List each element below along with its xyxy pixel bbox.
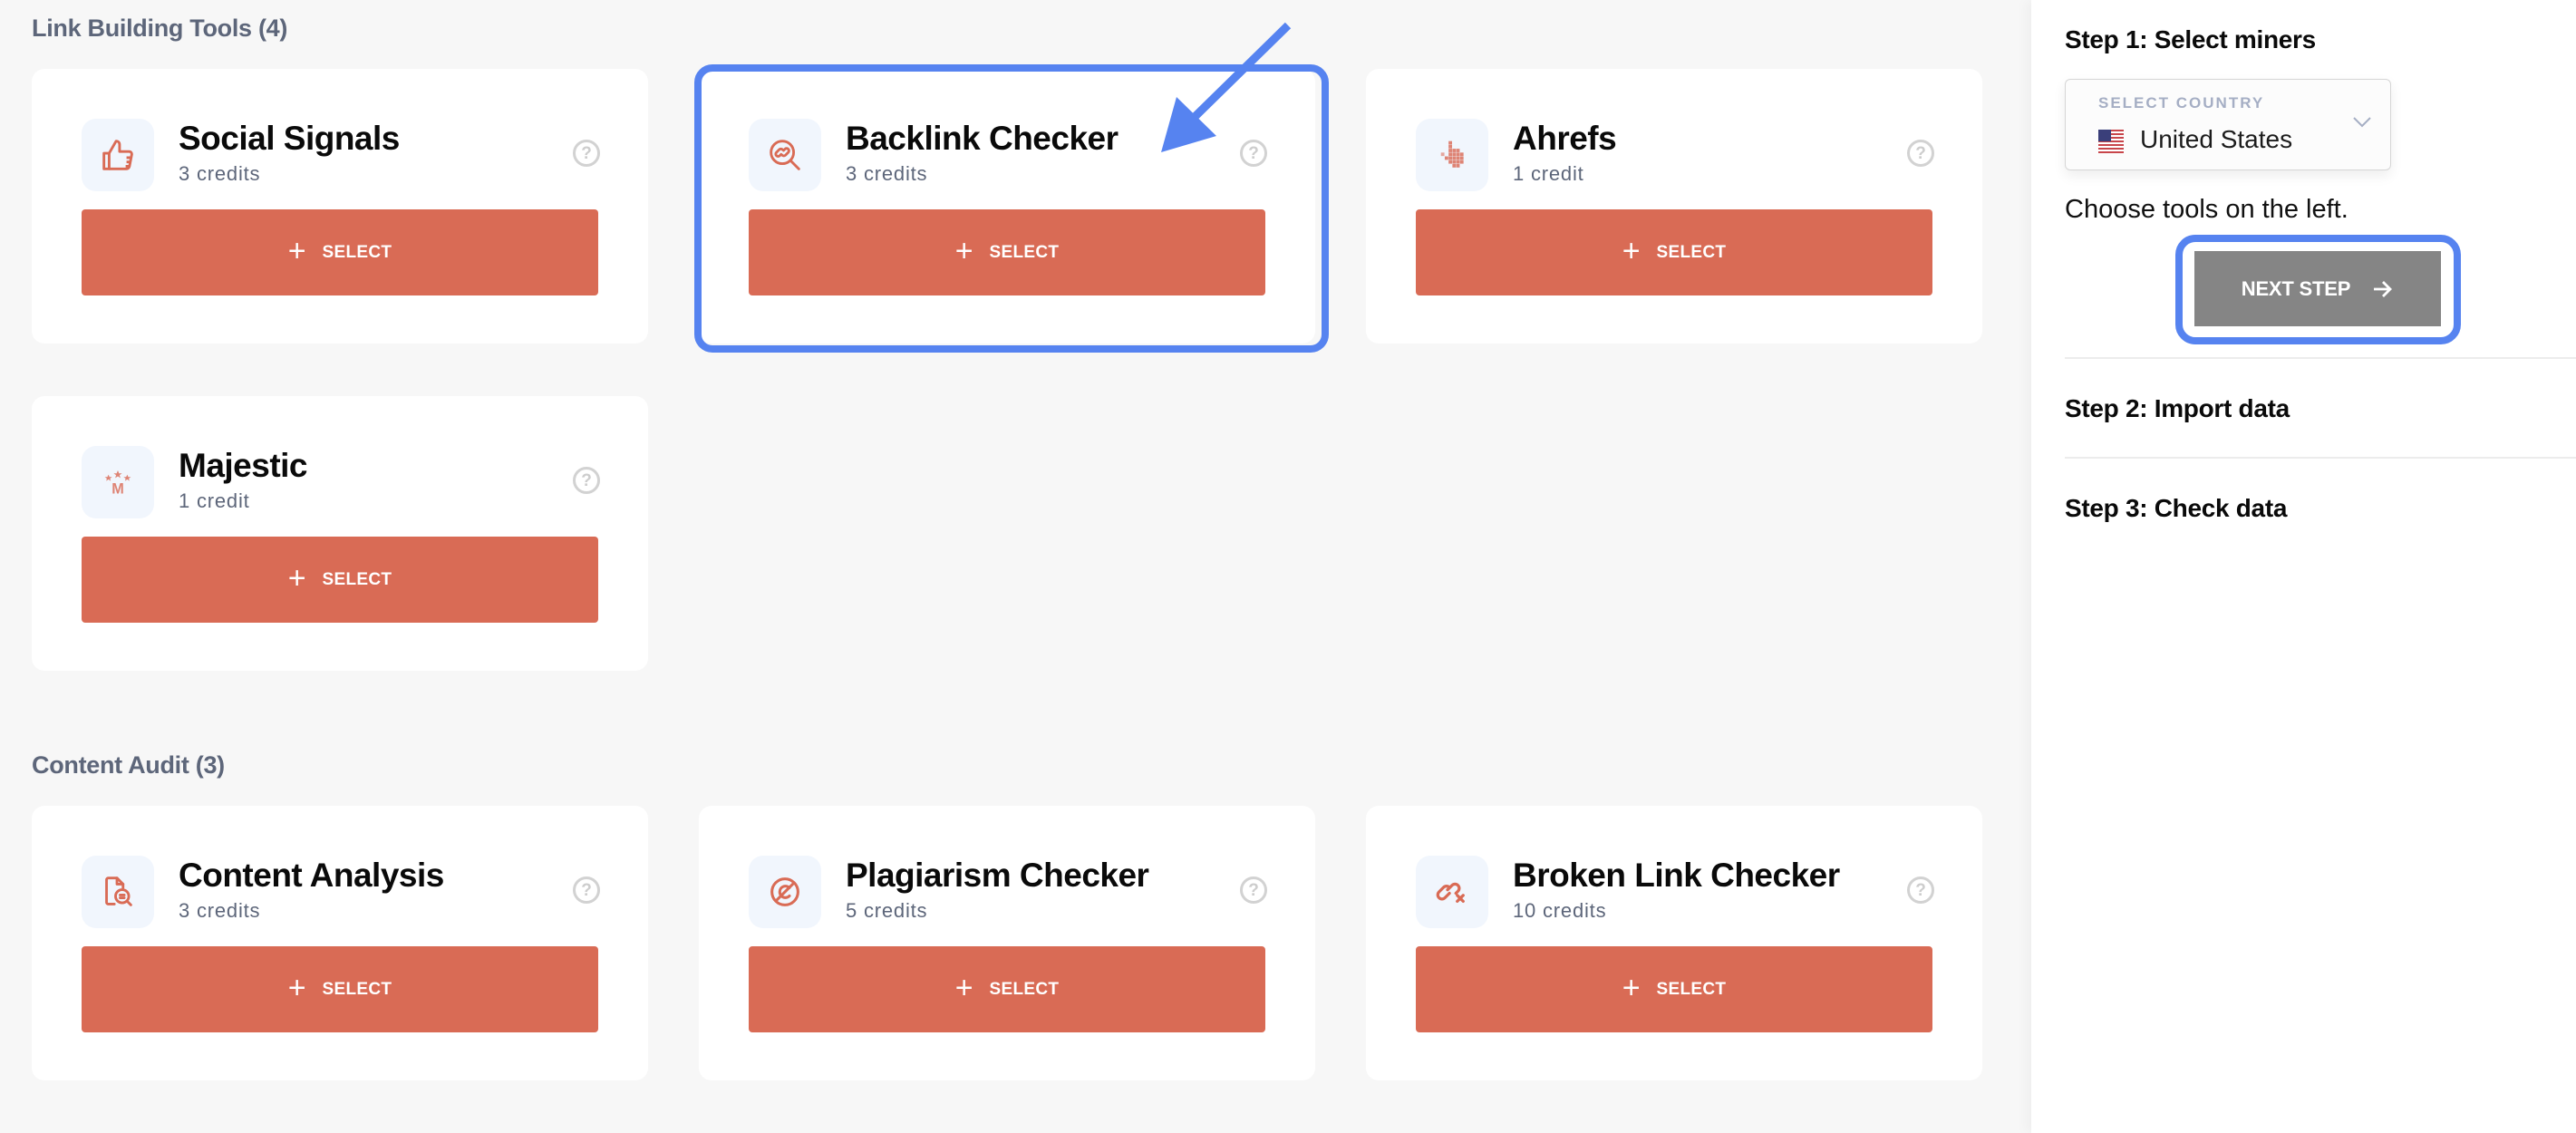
tool-card-plagiarism-checker: Plagiarism Checker 5 credits ? + SELECT — [699, 806, 1315, 1080]
document-search-icon — [82, 856, 154, 928]
tool-credits: 3 credits — [846, 162, 928, 185]
select-label: SELECT — [322, 979, 392, 999]
select-majestic-button[interactable]: + SELECT — [82, 537, 598, 623]
link-search-icon — [749, 119, 821, 191]
svg-text:M: M — [111, 480, 124, 497]
select-social-signals-button[interactable]: + SELECT — [82, 209, 598, 295]
step2-title[interactable]: Step 2: Import data — [2065, 394, 2290, 423]
help-icon[interactable]: ? — [573, 467, 600, 494]
plus-icon: + — [954, 234, 973, 268]
tool-card-broken-link-checker: Broken Link Checker 10 credits ? + SELEC… — [1366, 806, 1982, 1080]
select-broken-link-checker-button[interactable]: + SELECT — [1416, 946, 1932, 1032]
country-select-label: SELECT COUNTRY — [2098, 94, 2265, 111]
help-icon[interactable]: ? — [1240, 876, 1267, 904]
tool-name: Plagiarism Checker — [846, 857, 1149, 894]
ahrefs-pixel-hand-icon — [1416, 119, 1488, 191]
help-icon[interactable]: ? — [1907, 876, 1934, 904]
plus-icon: + — [287, 971, 306, 1005]
tool-card-backlink-checker: Backlink Checker 3 credits ? + SELECT — [699, 69, 1315, 344]
plus-icon: + — [954, 971, 973, 1005]
tool-card-social-signals: Social Signals 3 credits ? + SELECT — [32, 69, 648, 344]
country-select-value: United States — [2140, 125, 2293, 153]
plus-icon: + — [287, 561, 306, 596]
broken-link-icon — [1416, 856, 1488, 928]
plus-icon: + — [1622, 234, 1641, 268]
select-backlink-checker-button[interactable]: + SELECT — [749, 209, 1265, 295]
step1-title: Step 1: Select miners — [2065, 25, 2316, 53]
section-title-link-building: Link Building Tools (4) — [32, 15, 288, 42]
tool-name: Majestic — [179, 447, 308, 484]
tool-card-ahrefs: Ahrefs 1 credit ? + SELECT — [1366, 69, 1982, 344]
help-icon[interactable]: ? — [573, 140, 600, 167]
steps-panel: Step 1: Select miners SELECT COUNTRY Uni… — [2031, 0, 2576, 1133]
tool-card-majestic: M Majestic 1 credit ? + SELECT — [32, 396, 648, 671]
select-content-analysis-button[interactable]: + SELECT — [82, 946, 598, 1032]
select-ahrefs-button[interactable]: + SELECT — [1416, 209, 1932, 295]
us-flag-icon — [2098, 130, 2124, 153]
help-icon[interactable]: ? — [1907, 140, 1934, 167]
help-icon[interactable]: ? — [1240, 140, 1267, 167]
tool-name: Broken Link Checker — [1513, 857, 1840, 894]
helper-text: Choose tools on the left. — [2065, 195, 2348, 224]
tool-card-content-analysis: Content Analysis 3 credits ? + SELECT — [32, 806, 648, 1080]
majestic-stars-m-icon: M — [82, 446, 154, 518]
tool-credits: 5 credits — [846, 899, 928, 922]
plus-icon: + — [287, 234, 306, 268]
help-icon[interactable]: ? — [573, 876, 600, 904]
next-step-label: NEXT STEP — [2241, 276, 2351, 300]
tool-credits: 10 credits — [1513, 899, 1607, 922]
step3-title[interactable]: Step 3: Check data — [2065, 494, 2287, 523]
select-label: SELECT — [989, 979, 1060, 999]
country-select[interactable]: SELECT COUNTRY United States — [2065, 79, 2391, 170]
chevron-down-icon — [2353, 117, 2371, 128]
tool-credits: 1 credit — [1513, 162, 1584, 185]
tool-credits: 3 credits — [179, 899, 261, 922]
tool-name: Backlink Checker — [846, 120, 1119, 157]
select-label: SELECT — [1656, 242, 1727, 262]
no-copyright-icon — [749, 856, 821, 928]
tool-name: Social Signals — [179, 120, 400, 157]
select-label: SELECT — [322, 242, 392, 262]
select-label: SELECT — [322, 569, 392, 589]
select-label: SELECT — [989, 242, 1060, 262]
thumbs-up-icon — [82, 119, 154, 191]
tool-name: Ahrefs — [1513, 120, 1617, 157]
plus-icon: + — [1622, 971, 1641, 1005]
arrow-right-icon — [2374, 280, 2393, 297]
section-title-content-audit: Content Audit (3) — [32, 751, 225, 779]
select-plagiarism-checker-button[interactable]: + SELECT — [749, 946, 1265, 1032]
next-step-button[interactable]: NEXT STEP — [2194, 251, 2441, 326]
select-label: SELECT — [1656, 979, 1727, 999]
tool-name: Content Analysis — [179, 857, 444, 894]
divider — [2065, 457, 2576, 459]
tool-credits: 1 credit — [179, 489, 250, 512]
divider — [2065, 357, 2576, 359]
tool-credits: 3 credits — [179, 162, 261, 185]
